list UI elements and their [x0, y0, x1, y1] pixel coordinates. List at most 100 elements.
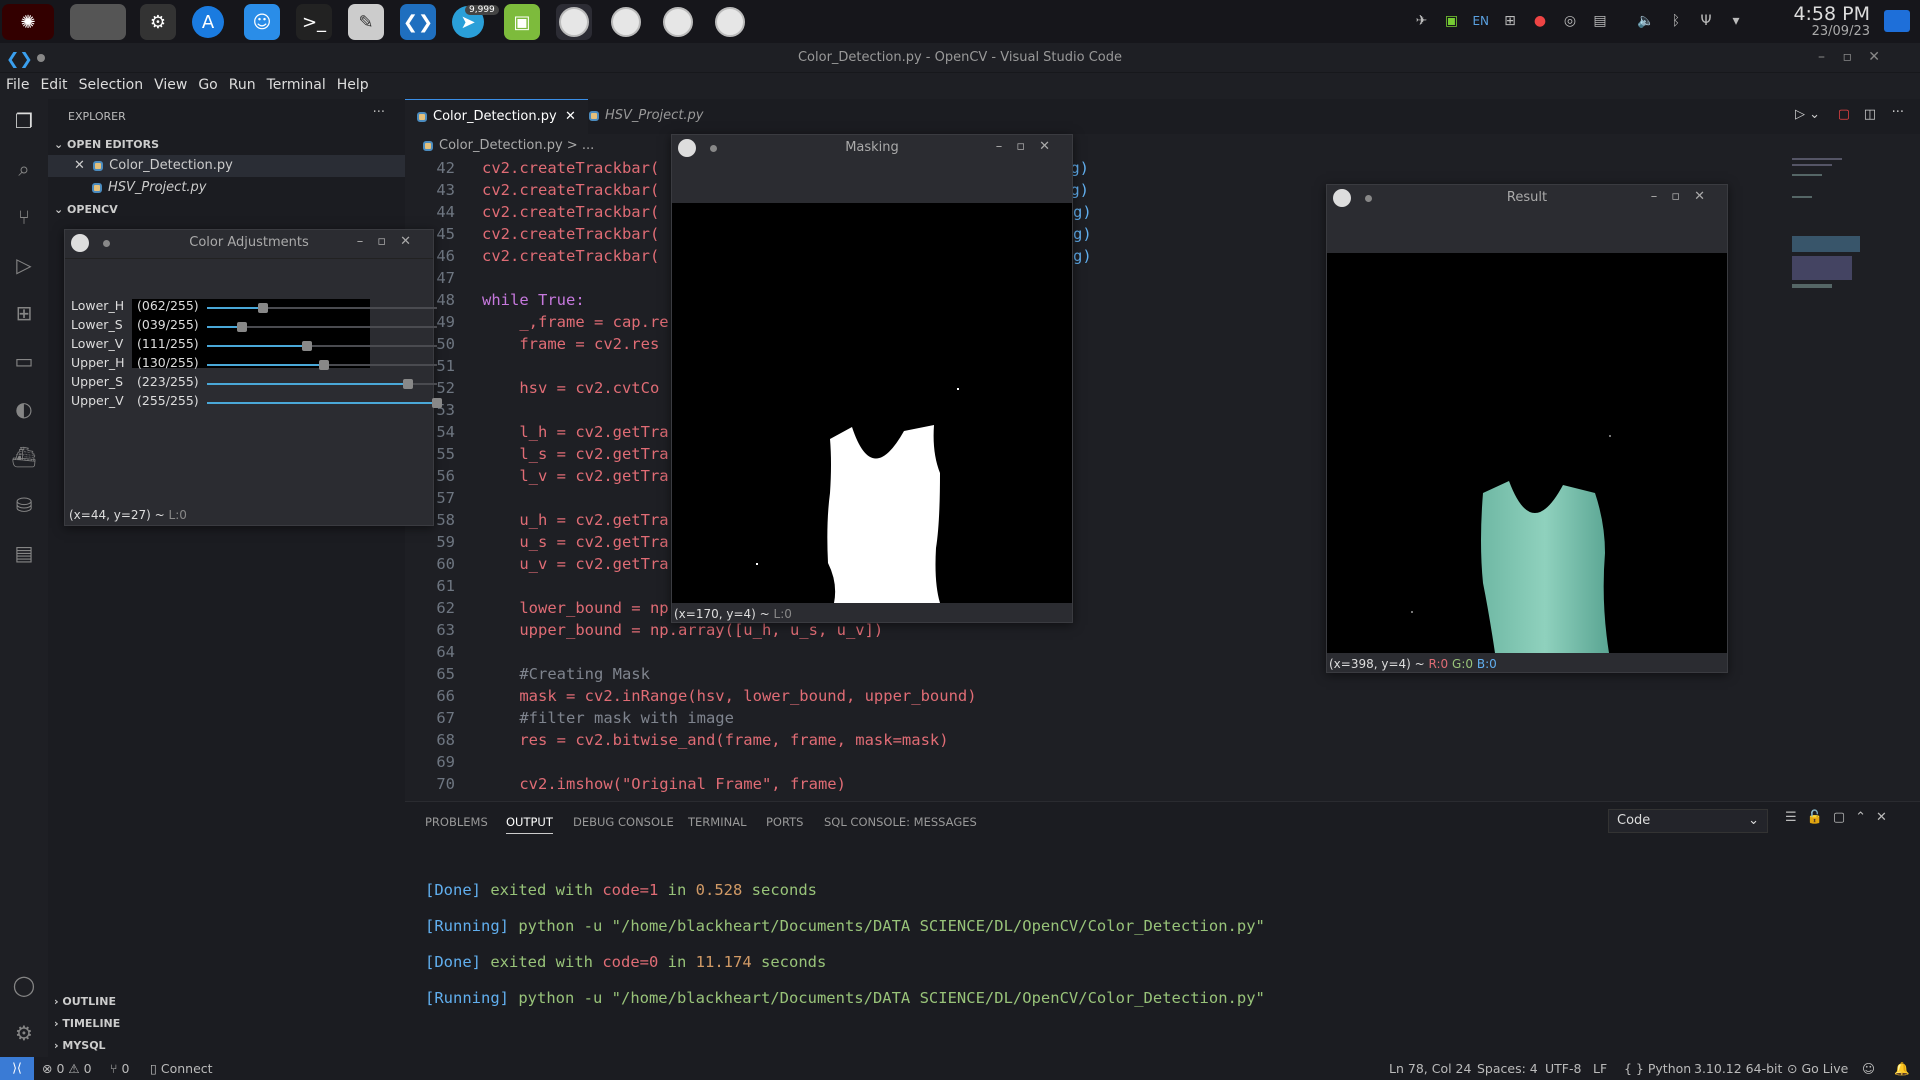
trackbar-track[interactable]: [207, 398, 442, 408]
minimap[interactable]: [1790, 156, 1865, 316]
menu-help[interactable]: Help: [337, 73, 378, 99]
gitkraken-icon[interactable]: ◐: [10, 395, 38, 423]
finder-icon[interactable]: ☺: [244, 4, 280, 40]
tab-ports[interactable]: PORTS: [766, 815, 803, 829]
notifications-icon[interactable]: [1884, 10, 1910, 32]
remote-indicator-icon[interactable]: ⟩⟨: [0, 1057, 34, 1080]
trackbar-track[interactable]: [207, 360, 437, 370]
usb-icon[interactable]: Ψ: [1697, 12, 1715, 30]
more-actions-icon[interactable]: ···: [373, 105, 385, 120]
trackbar-handle[interactable]: [257, 303, 268, 313]
remote-explorer-icon[interactable]: ▭: [10, 347, 38, 375]
app-launcher-icon[interactable]: ✺: [2, 4, 54, 40]
go-live-button[interactable]: ⊙ Go Live: [1787, 1061, 1848, 1076]
window-controls[interactable]: –▫✕: [996, 139, 1064, 154]
trackbar-handle[interactable]: [403, 379, 414, 389]
open-editor-item[interactable]: ✕ Color_Detection.py: [74, 158, 233, 173]
trackbar-upper-h[interactable]: Upper_H (130/255): [71, 355, 437, 375]
window-controls[interactable]: –▫✕: [357, 234, 425, 249]
keyboard-icon[interactable]: ⊞: [1501, 12, 1519, 30]
tab-sql-console[interactable]: SQL CONSOLE: MESSAGES: [824, 815, 977, 829]
menu-view[interactable]: View: [154, 73, 196, 99]
outline-section[interactable]: › OUTLINE: [48, 995, 116, 1008]
trackbar-track[interactable]: [207, 303, 437, 313]
tab-color-detection[interactable]: Color_Detection.py ✕: [405, 99, 588, 134]
output-channel-select[interactable]: Code ⌄: [1608, 809, 1768, 833]
terminal-app-icon[interactable]: >_: [296, 4, 332, 40]
sticky-dot-icon[interactable]: [710, 145, 717, 152]
connect-button[interactable]: ▯ Connect: [150, 1061, 213, 1076]
sticky-dot-icon[interactable]: [1365, 195, 1372, 202]
problems-count[interactable]: ⊗ 0 ⚠ 0: [42, 1061, 92, 1076]
ports-count[interactable]: ⑂ 0: [110, 1061, 129, 1076]
menu-terminal[interactable]: Terminal: [267, 73, 335, 99]
run-icon[interactable]: ▷ ⌄: [1795, 107, 1820, 122]
trackbar-lower-s[interactable]: Lower_S (039/255): [71, 317, 437, 337]
menu-run[interactable]: Run: [229, 73, 265, 99]
opencv-window-icon[interactable]: [660, 4, 696, 40]
vscode-app-icon[interactable]: ❮❯: [400, 4, 436, 40]
database-icon[interactable]: ⛁: [10, 491, 38, 519]
chevron-down-icon[interactable]: ▾: [1727, 12, 1745, 30]
trackbar-handle[interactable]: [432, 398, 442, 408]
opencv-window-icon[interactable]: [712, 4, 748, 40]
chat-icon[interactable]: ▤: [10, 539, 38, 567]
opencv-window-icon[interactable]: [556, 4, 592, 40]
extensions-icon[interactable]: ⊞: [10, 299, 38, 327]
trackbar-upper-v[interactable]: Upper_V (255/255): [71, 393, 442, 413]
tab-hsv-project[interactable]: HSV_Project.py: [577, 99, 716, 134]
tab-debug-console[interactable]: DEBUG CONSOLE: [573, 815, 674, 829]
minimize-button[interactable]: –: [1818, 49, 1825, 65]
pin-icon[interactable]: ✈: [1412, 12, 1430, 30]
line-endings[interactable]: LF: [1593, 1061, 1607, 1076]
encoding[interactable]: UTF-8: [1545, 1061, 1581, 1076]
stop-icon[interactable]: ▢: [1838, 107, 1850, 122]
trackbar-track[interactable]: [207, 322, 437, 332]
trackbar-handle[interactable]: [319, 360, 330, 370]
indentation[interactable]: Spaces: 4: [1477, 1061, 1538, 1076]
menu-edit[interactable]: Edit: [40, 73, 76, 99]
trackbar-handle[interactable]: [302, 341, 313, 351]
timeline-section[interactable]: › TIMELINE: [48, 1017, 120, 1030]
menu-file[interactable]: File: [6, 73, 38, 99]
account-icon[interactable]: ◯: [10, 971, 38, 999]
settings-app-icon[interactable]: ⚙: [140, 4, 176, 40]
trackbar-track[interactable]: [207, 379, 437, 389]
trackbar-lower-v[interactable]: Lower_V (111/255): [71, 336, 437, 356]
app-store-icon[interactable]: A: [192, 6, 224, 38]
android-studio-icon[interactable]: ▣: [504, 4, 540, 40]
tab-terminal[interactable]: TERMINAL: [688, 815, 746, 829]
menu-selection[interactable]: Selection: [79, 73, 153, 99]
gear-icon[interactable]: ⚙: [10, 1019, 38, 1047]
trackbar-lower-h[interactable]: Lower_H (062/255): [71, 298, 437, 318]
feedback-icon[interactable]: ☺: [1862, 1061, 1875, 1076]
search-icon[interactable]: ⌕: [10, 155, 38, 183]
workspace-switcher-icon[interactable]: [70, 4, 126, 40]
tab-output[interactable]: OUTPUT: [506, 815, 553, 834]
notes-app-icon[interactable]: ✎: [348, 4, 384, 40]
language-mode[interactable]: { } Python: [1624, 1061, 1691, 1076]
volume-icon[interactable]: 🔈: [1637, 12, 1655, 30]
split-editor-icon[interactable]: ◫: [1864, 107, 1876, 122]
panel-actions[interactable]: ☰🔓▢⌃✕: [1785, 810, 1897, 825]
cursor-position[interactable]: Ln 78, Col 24: [1389, 1061, 1471, 1076]
mysql-section[interactable]: › MYSQL: [48, 1039, 106, 1052]
trackbar-handle[interactable]: [237, 322, 248, 332]
trackbar-track[interactable]: [207, 341, 437, 351]
menu-go[interactable]: Go: [198, 73, 226, 99]
source-control-icon[interactable]: ⑂: [10, 203, 38, 231]
tab-problems[interactable]: PROBLEMS: [425, 815, 488, 829]
open-editors-section[interactable]: ⌄ OPEN EDITORS: [48, 138, 159, 151]
language-indicator[interactable]: EN: [1472, 12, 1489, 30]
docker-icon[interactable]: ⛴: [10, 443, 38, 471]
bell-icon[interactable]: 🔔: [1894, 1061, 1910, 1077]
open-editor-item[interactable]: HSV_Project.py: [92, 180, 207, 195]
trackbar-upper-s[interactable]: Upper_S (223/255): [71, 374, 437, 394]
clock[interactable]: 4:58 PM 23/09/23: [1793, 4, 1870, 39]
run-debug-icon[interactable]: ▷: [10, 251, 38, 279]
close-window-button[interactable]: ✕: [1868, 49, 1880, 65]
clipboard-icon[interactable]: ▤: [1591, 12, 1609, 30]
android-tray-icon[interactable]: ▣: [1442, 12, 1460, 30]
folder-section[interactable]: ⌄ OPENCV: [48, 203, 118, 216]
bluetooth-icon[interactable]: ᛒ: [1667, 12, 1685, 30]
